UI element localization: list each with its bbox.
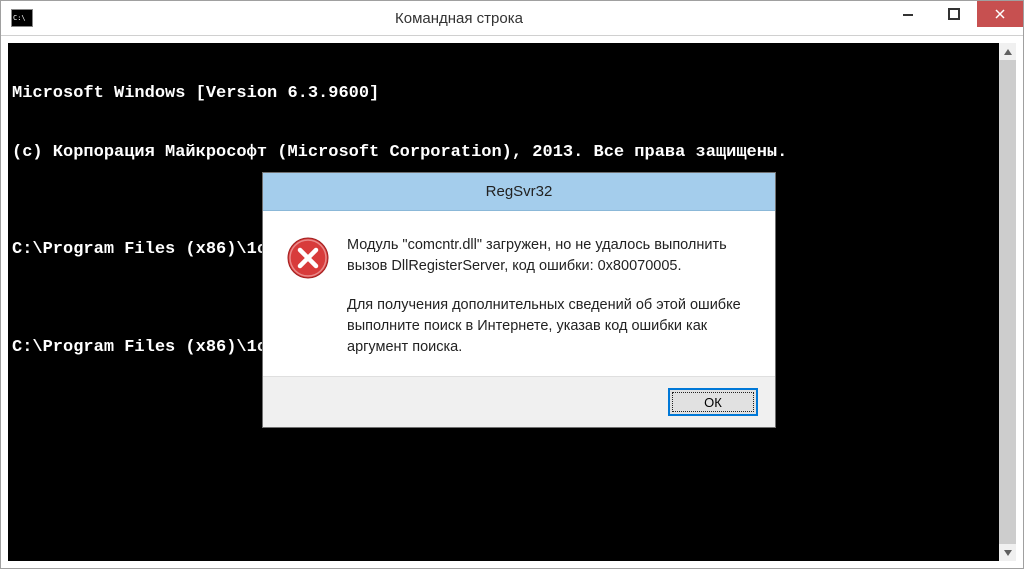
- close-icon: [994, 8, 1006, 20]
- console-line: Microsoft Windows [Version 6.3.9600]: [12, 84, 1012, 104]
- window-controls: [885, 1, 1023, 35]
- dialog-title: RegSvr32: [486, 183, 553, 200]
- dialog-message-2: Для получения дополнительных сведений об…: [347, 295, 755, 358]
- error-icon: [287, 237, 329, 279]
- regsvr32-dialog: RegSvr32 Модуль "comcntr.dll" загружен, …: [262, 172, 776, 428]
- scroll-track[interactable]: [999, 60, 1016, 544]
- dialog-titlebar[interactable]: RegSvr32: [263, 173, 775, 211]
- window-title: Командная строка: [33, 10, 885, 27]
- dialog-message-1: Модуль "comcntr.dll" загружен, но не уда…: [347, 235, 755, 277]
- minimize-icon: [902, 8, 914, 20]
- scroll-down-arrow-icon[interactable]: [999, 544, 1016, 561]
- titlebar[interactable]: Командная строка: [1, 1, 1023, 36]
- console-line: (c) Корпорация Майкрософт (Microsoft Cor…: [12, 143, 1012, 163]
- maximize-button[interactable]: [931, 1, 977, 27]
- ok-button[interactable]: ОК: [669, 389, 757, 415]
- cmd-icon: [11, 9, 33, 27]
- scroll-thumb[interactable]: [999, 60, 1016, 544]
- scroll-up-arrow-icon[interactable]: [999, 43, 1016, 60]
- dialog-message: Модуль "comcntr.dll" загружен, но не уда…: [347, 235, 755, 358]
- dialog-footer: ОК: [263, 376, 775, 427]
- maximize-icon: [948, 8, 960, 20]
- minimize-button[interactable]: [885, 1, 931, 27]
- dialog-body: Модуль "comcntr.dll" загружен, но не уда…: [263, 211, 775, 376]
- vertical-scrollbar[interactable]: [999, 43, 1016, 561]
- close-button[interactable]: [977, 1, 1023, 27]
